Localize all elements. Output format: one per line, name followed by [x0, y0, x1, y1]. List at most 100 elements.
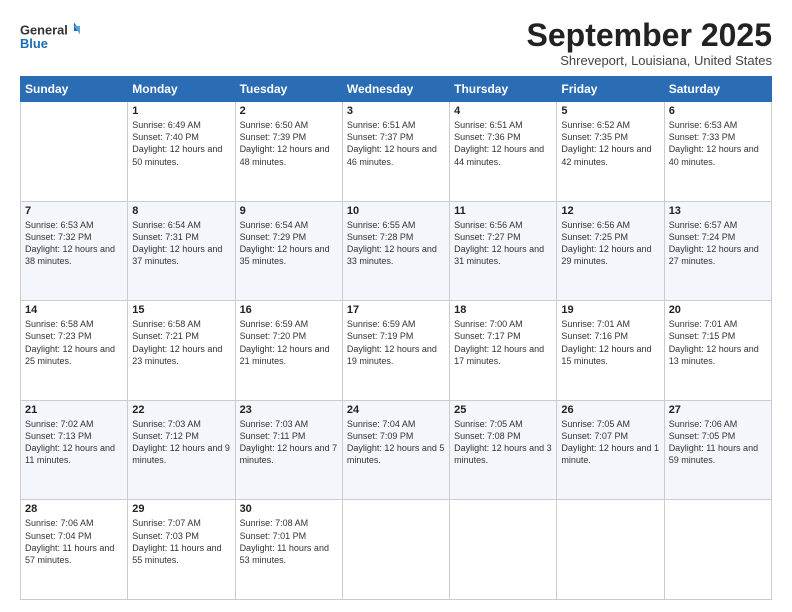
calendar-cell: 9 Sunrise: 6:54 AMSunset: 7:29 PMDayligh… [235, 201, 342, 301]
cell-info: Sunrise: 6:59 AMSunset: 7:19 PMDaylight:… [347, 318, 445, 367]
calendar-cell: 29 Sunrise: 7:07 AMSunset: 7:03 PMDaylig… [128, 500, 235, 600]
week-row-5: 28 Sunrise: 7:06 AMSunset: 7:04 PMDaylig… [21, 500, 772, 600]
cell-info: Sunrise: 6:59 AMSunset: 7:20 PMDaylight:… [240, 318, 338, 367]
calendar-table: SundayMondayTuesdayWednesdayThursdayFrid… [20, 76, 772, 600]
cell-info: Sunrise: 7:05 AMSunset: 7:08 PMDaylight:… [454, 418, 552, 467]
logo: General Blue [20, 18, 80, 56]
cell-info: Sunrise: 6:51 AMSunset: 7:37 PMDaylight:… [347, 119, 445, 168]
calendar-cell: 24 Sunrise: 7:04 AMSunset: 7:09 PMDaylig… [342, 400, 449, 500]
calendar-cell: 17 Sunrise: 6:59 AMSunset: 7:19 PMDaylig… [342, 301, 449, 401]
svg-text:Blue: Blue [20, 36, 48, 51]
cell-info: Sunrise: 6:49 AMSunset: 7:40 PMDaylight:… [132, 119, 230, 168]
calendar-cell: 26 Sunrise: 7:05 AMSunset: 7:07 PMDaylig… [557, 400, 664, 500]
day-number: 15 [132, 304, 230, 316]
calendar-cell: 5 Sunrise: 6:52 AMSunset: 7:35 PMDayligh… [557, 102, 664, 202]
cell-info: Sunrise: 7:00 AMSunset: 7:17 PMDaylight:… [454, 318, 552, 367]
day-number: 14 [25, 304, 123, 316]
cell-info: Sunrise: 7:07 AMSunset: 7:03 PMDaylight:… [132, 517, 230, 566]
week-row-1: 1 Sunrise: 6:49 AMSunset: 7:40 PMDayligh… [21, 102, 772, 202]
calendar-cell: 23 Sunrise: 7:03 AMSunset: 7:11 PMDaylig… [235, 400, 342, 500]
cell-info: Sunrise: 6:53 AMSunset: 7:33 PMDaylight:… [669, 119, 767, 168]
calendar-cell [557, 500, 664, 600]
calendar-cell: 3 Sunrise: 6:51 AMSunset: 7:37 PMDayligh… [342, 102, 449, 202]
calendar-cell: 15 Sunrise: 6:58 AMSunset: 7:21 PMDaylig… [128, 301, 235, 401]
day-number: 22 [132, 404, 230, 416]
day-number: 17 [347, 304, 445, 316]
week-row-3: 14 Sunrise: 6:58 AMSunset: 7:23 PMDaylig… [21, 301, 772, 401]
calendar-cell: 28 Sunrise: 7:06 AMSunset: 7:04 PMDaylig… [21, 500, 128, 600]
day-number: 6 [669, 105, 767, 117]
calendar-cell: 7 Sunrise: 6:53 AMSunset: 7:32 PMDayligh… [21, 201, 128, 301]
calendar-cell: 16 Sunrise: 6:59 AMSunset: 7:20 PMDaylig… [235, 301, 342, 401]
col-header-saturday: Saturday [664, 77, 771, 102]
day-number: 1 [132, 105, 230, 117]
calendar-cell: 12 Sunrise: 6:56 AMSunset: 7:25 PMDaylig… [557, 201, 664, 301]
day-number: 18 [454, 304, 552, 316]
calendar-cell: 1 Sunrise: 6:49 AMSunset: 7:40 PMDayligh… [128, 102, 235, 202]
calendar-cell: 14 Sunrise: 6:58 AMSunset: 7:23 PMDaylig… [21, 301, 128, 401]
col-header-monday: Monday [128, 77, 235, 102]
day-number: 16 [240, 304, 338, 316]
day-number: 24 [347, 404, 445, 416]
week-row-4: 21 Sunrise: 7:02 AMSunset: 7:13 PMDaylig… [21, 400, 772, 500]
day-number: 9 [240, 205, 338, 217]
title-block: September 2025 Shreveport, Louisiana, Un… [527, 18, 772, 68]
cell-info: Sunrise: 6:54 AMSunset: 7:29 PMDaylight:… [240, 219, 338, 268]
day-number: 26 [561, 404, 659, 416]
day-number: 29 [132, 503, 230, 515]
cell-info: Sunrise: 6:58 AMSunset: 7:23 PMDaylight:… [25, 318, 123, 367]
calendar-cell: 21 Sunrise: 7:02 AMSunset: 7:13 PMDaylig… [21, 400, 128, 500]
day-number: 21 [25, 404, 123, 416]
day-number: 23 [240, 404, 338, 416]
week-row-2: 7 Sunrise: 6:53 AMSunset: 7:32 PMDayligh… [21, 201, 772, 301]
cell-info: Sunrise: 6:52 AMSunset: 7:35 PMDaylight:… [561, 119, 659, 168]
calendar-cell: 11 Sunrise: 6:56 AMSunset: 7:27 PMDaylig… [450, 201, 557, 301]
calendar-cell [450, 500, 557, 600]
day-number: 27 [669, 404, 767, 416]
calendar-cell: 30 Sunrise: 7:08 AMSunset: 7:01 PMDaylig… [235, 500, 342, 600]
col-header-tuesday: Tuesday [235, 77, 342, 102]
calendar-cell [664, 500, 771, 600]
cell-info: Sunrise: 6:55 AMSunset: 7:28 PMDaylight:… [347, 219, 445, 268]
cell-info: Sunrise: 7:08 AMSunset: 7:01 PMDaylight:… [240, 517, 338, 566]
day-number: 8 [132, 205, 230, 217]
calendar-cell: 13 Sunrise: 6:57 AMSunset: 7:24 PMDaylig… [664, 201, 771, 301]
month-title: September 2025 [527, 18, 772, 53]
cell-info: Sunrise: 6:58 AMSunset: 7:21 PMDaylight:… [132, 318, 230, 367]
cell-info: Sunrise: 6:57 AMSunset: 7:24 PMDaylight:… [669, 219, 767, 268]
cell-info: Sunrise: 7:04 AMSunset: 7:09 PMDaylight:… [347, 418, 445, 467]
calendar-cell: 27 Sunrise: 7:06 AMSunset: 7:05 PMDaylig… [664, 400, 771, 500]
calendar-cell: 20 Sunrise: 7:01 AMSunset: 7:15 PMDaylig… [664, 301, 771, 401]
calendar-header-row: SundayMondayTuesdayWednesdayThursdayFrid… [21, 77, 772, 102]
col-header-thursday: Thursday [450, 77, 557, 102]
calendar-cell: 19 Sunrise: 7:01 AMSunset: 7:16 PMDaylig… [557, 301, 664, 401]
day-number: 12 [561, 205, 659, 217]
cell-info: Sunrise: 7:06 AMSunset: 7:04 PMDaylight:… [25, 517, 123, 566]
day-number: 7 [25, 205, 123, 217]
day-number: 13 [669, 205, 767, 217]
day-number: 20 [669, 304, 767, 316]
page: General Blue September 2025 Shreveport, … [0, 0, 792, 612]
calendar-cell: 6 Sunrise: 6:53 AMSunset: 7:33 PMDayligh… [664, 102, 771, 202]
day-number: 4 [454, 105, 552, 117]
day-number: 10 [347, 205, 445, 217]
header: General Blue September 2025 Shreveport, … [20, 18, 772, 68]
day-number: 3 [347, 105, 445, 117]
calendar-cell: 22 Sunrise: 7:03 AMSunset: 7:12 PMDaylig… [128, 400, 235, 500]
calendar-cell: 8 Sunrise: 6:54 AMSunset: 7:31 PMDayligh… [128, 201, 235, 301]
cell-info: Sunrise: 6:54 AMSunset: 7:31 PMDaylight:… [132, 219, 230, 268]
col-header-wednesday: Wednesday [342, 77, 449, 102]
calendar-cell [21, 102, 128, 202]
cell-info: Sunrise: 7:03 AMSunset: 7:11 PMDaylight:… [240, 418, 338, 467]
calendar-cell: 18 Sunrise: 7:00 AMSunset: 7:17 PMDaylig… [450, 301, 557, 401]
cell-info: Sunrise: 6:56 AMSunset: 7:25 PMDaylight:… [561, 219, 659, 268]
day-number: 25 [454, 404, 552, 416]
calendar-cell: 25 Sunrise: 7:05 AMSunset: 7:08 PMDaylig… [450, 400, 557, 500]
location: Shreveport, Louisiana, United States [527, 53, 772, 68]
cell-info: Sunrise: 7:05 AMSunset: 7:07 PMDaylight:… [561, 418, 659, 467]
svg-text:General: General [20, 22, 68, 37]
day-number: 30 [240, 503, 338, 515]
cell-info: Sunrise: 6:51 AMSunset: 7:36 PMDaylight:… [454, 119, 552, 168]
calendar-cell: 4 Sunrise: 6:51 AMSunset: 7:36 PMDayligh… [450, 102, 557, 202]
calendar-cell: 10 Sunrise: 6:55 AMSunset: 7:28 PMDaylig… [342, 201, 449, 301]
